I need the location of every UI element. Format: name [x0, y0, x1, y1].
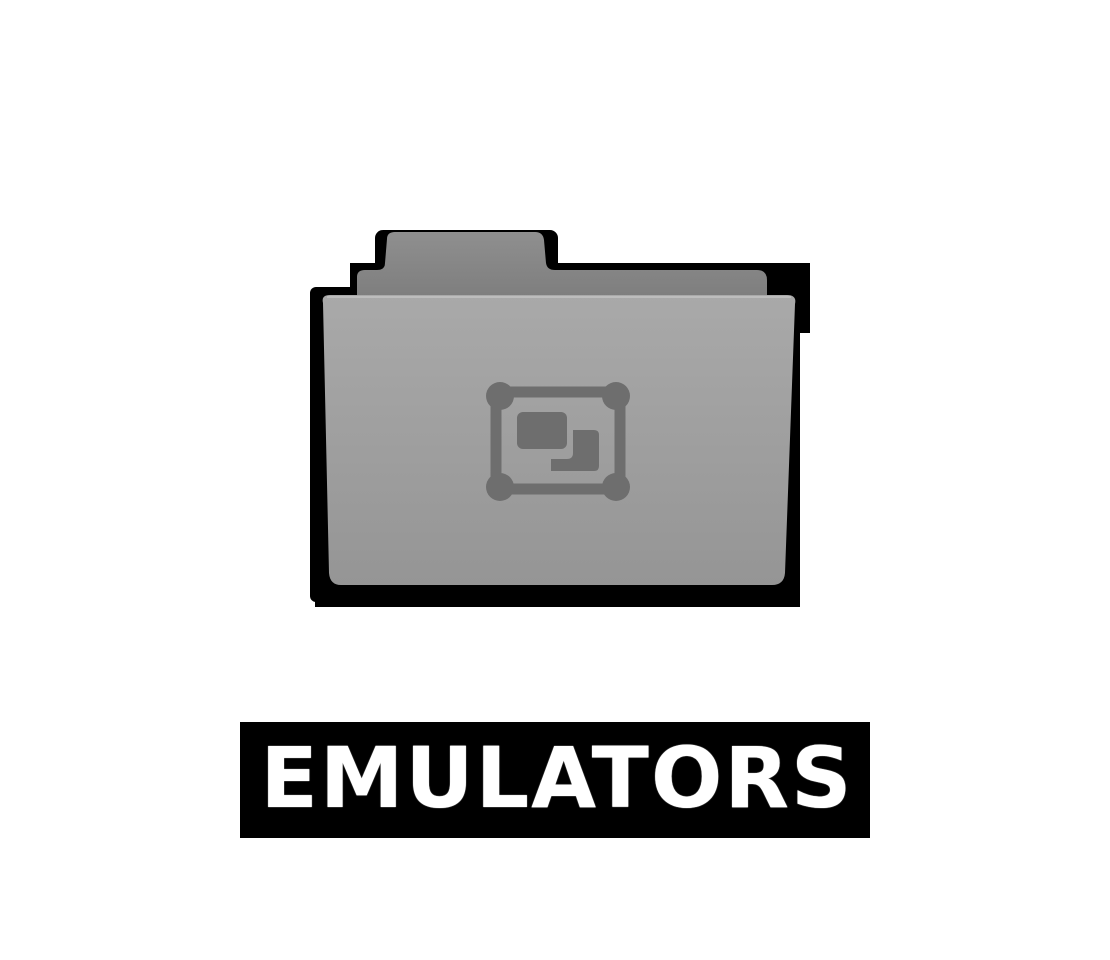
folder-graphic: [310, 230, 810, 607]
emulator-folder-icon[interactable]: [305, 225, 810, 620]
folder-label-container: EMULATORS: [0, 722, 1110, 838]
desktop-folder-tile[interactable]: EMULATORS: [0, 0, 1110, 960]
folder-label[interactable]: EMULATORS: [240, 722, 870, 838]
